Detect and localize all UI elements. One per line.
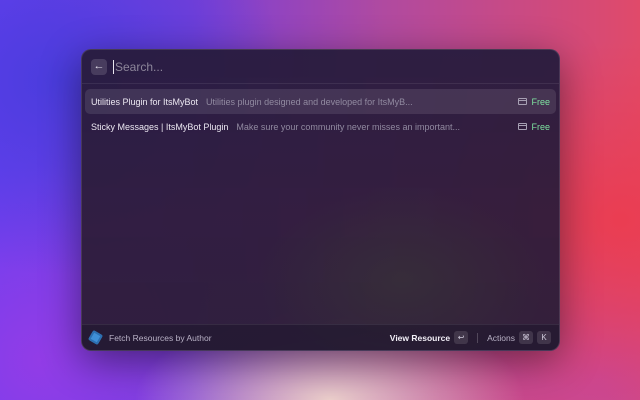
list-item-title: Sticky Messages | ItsMyBot Plugin (91, 121, 229, 132)
command-palette-window: ← Utilities Plugin for ItsMyBot Utilitie… (81, 49, 560, 351)
k-key-hint: K (537, 331, 551, 344)
search-bar: ← (82, 50, 559, 84)
price-label: Free (531, 121, 550, 132)
results-list: Utilities Plugin for ItsMyBot Utilities … (85, 89, 556, 139)
list-item-title: Utilities Plugin for ItsMyBot (91, 96, 199, 107)
list-item-subtitle: Utilities plugin designed and developed … (206, 96, 413, 107)
tag-icon (518, 123, 528, 130)
tag-icon (518, 98, 528, 105)
command-key-hint: ⌘ (519, 331, 533, 344)
search-input[interactable] (113, 59, 559, 74)
list-item[interactable]: Sticky Messages | ItsMyBot Plugin Make s… (85, 114, 556, 139)
price-label: Free (531, 96, 550, 107)
action-bar: Fetch Resources by Author View Resource … (82, 324, 559, 350)
enter-key-hint: ↩ (454, 331, 469, 344)
actions-button[interactable]: Actions (487, 333, 515, 343)
list-item-accessory: Free (518, 122, 550, 132)
view-resource-button[interactable]: View Resource (390, 333, 450, 343)
extension-cube-icon (87, 329, 104, 346)
footer-divider (477, 332, 479, 343)
list-item-subtitle: Make sure your community never misses an… (236, 121, 460, 132)
command-label: Fetch Resources by Author (109, 332, 212, 343)
list-item-accessory: Free (518, 97, 550, 107)
back-arrow-icon[interactable]: ← (91, 58, 107, 75)
list-item[interactable]: Utilities Plugin for ItsMyBot Utilities … (85, 89, 556, 114)
